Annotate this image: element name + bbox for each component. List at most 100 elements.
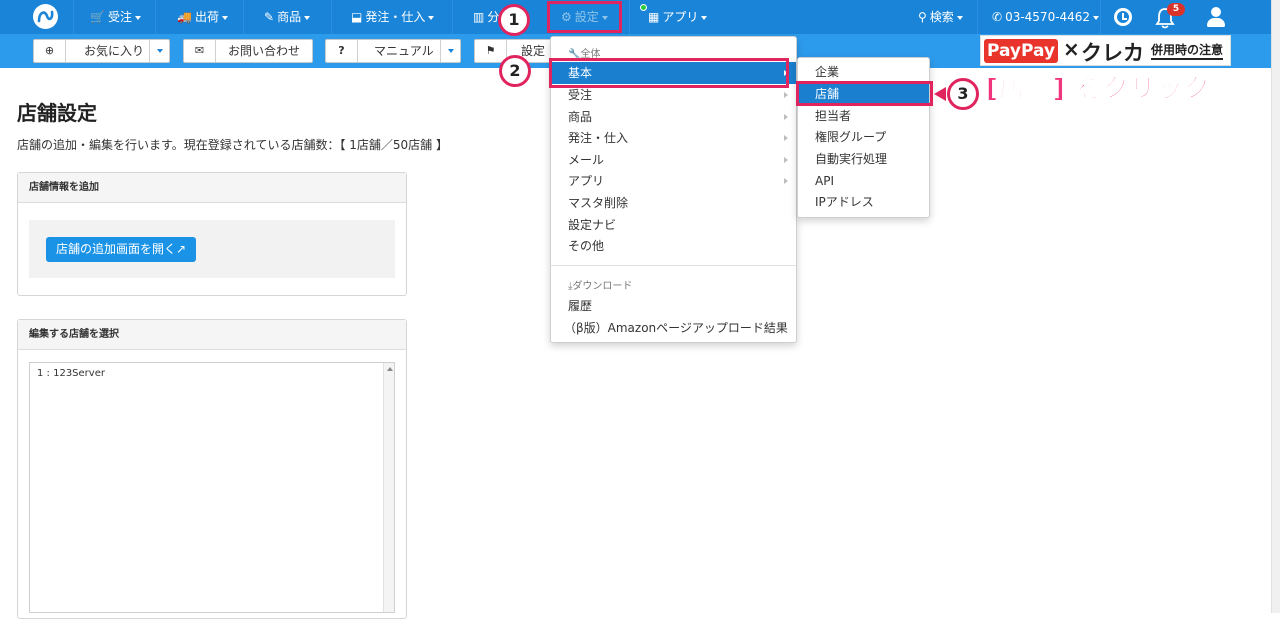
nav-shipping[interactable]: 🚚 出荷	[177, 0, 228, 34]
menu-item-products-label: 商品	[568, 110, 593, 124]
store-option[interactable]: 1 : 123Server	[37, 368, 105, 379]
page-title: 店舗設定	[17, 101, 97, 125]
menu-item-apps-label: アプリ	[568, 174, 605, 188]
annotation-box-basic	[549, 58, 789, 88]
truck-icon: 🚚	[177, 10, 192, 24]
menu-item-mail[interactable]: メール	[551, 149, 796, 171]
paypay-banner[interactable]: PayPay × クレカ 併用時の注意	[980, 35, 1231, 66]
submenu-item-api[interactable]: API	[798, 170, 929, 192]
nav-shipping-label: 出荷	[194, 10, 219, 24]
flag-icon: ⚑	[475, 40, 507, 62]
notification-badge: 5	[1167, 3, 1185, 16]
status-dot-icon	[640, 4, 647, 11]
menu-item-purchasing-label: 発注・仕入	[568, 131, 629, 145]
chart-icon: ▥	[473, 10, 485, 24]
menu-item-products[interactable]: 商品	[551, 106, 796, 128]
nav-orders-label: 受注	[107, 10, 132, 24]
nav-purchasing[interactable]: ⬓ 発注・仕入	[351, 0, 435, 34]
nav-phone-label: 03-4570-4462	[1005, 10, 1091, 24]
submenu-item-permission-groups[interactable]: 権限グループ	[798, 126, 929, 148]
user-icon[interactable]	[1207, 7, 1225, 27]
chevron-right-icon	[784, 135, 788, 141]
menu-item-other[interactable]: その他	[551, 235, 796, 257]
favorites-button[interactable]: ⊕ お気に入り	[33, 39, 170, 63]
chevron-right-icon	[784, 114, 788, 120]
menu-item-mail-label: メール	[568, 153, 605, 167]
cart-icon: 🛒	[90, 10, 105, 24]
manual-button[interactable]: ? マニュアル	[325, 39, 461, 63]
annotation-arrow-icon	[934, 87, 946, 101]
nav-analysis[interactable]: ▥ 分	[473, 0, 499, 34]
menu-item-apps[interactable]: アプリ	[551, 170, 796, 192]
nav-orders[interactable]: 🛒 受注	[90, 0, 141, 34]
submenu-item-staff-label: 担当者	[815, 109, 852, 123]
store-select-list[interactable]: 1 : 123Server	[29, 362, 395, 613]
submenu-item-company-label: 企業	[815, 65, 840, 79]
nav-search[interactable]: ⚲ 検索	[918, 0, 963, 34]
nav-apps[interactable]: ▦ アプリ	[648, 0, 708, 34]
submenu-item-staff[interactable]: 担当者	[798, 105, 929, 127]
menu-item-purchasing[interactable]: 発注・仕入	[551, 127, 796, 149]
nav-search-label: 検索	[929, 10, 954, 24]
menu-item-master-delete[interactable]: マスタ削除	[551, 192, 796, 214]
contact-label: お問い合わせ	[228, 44, 301, 58]
plus-circle-icon: ⊕	[34, 40, 66, 62]
envelope-icon: ✉	[184, 40, 216, 62]
add-store-panel: 店舗情報を追加	[17, 172, 407, 296]
submenu-item-ip-address-label: IPアドレス	[815, 195, 874, 209]
annotation-step-1: 1	[498, 4, 530, 36]
page-description: 店舗の追加・編集を行います。現在登録されている店舗数：【 1店舗／50店舗 】	[17, 138, 448, 152]
paypay-logo: PayPay	[984, 39, 1058, 63]
page-scrollbar[interactable]	[1271, 0, 1280, 613]
section-download-label: ダウンロード	[572, 281, 633, 292]
submenu-item-company[interactable]: 企業	[798, 61, 929, 83]
contact-button[interactable]: ✉ お問い合わせ	[183, 39, 313, 63]
section-download-header: ⤓ダウンロード	[568, 277, 632, 292]
chevron-down-icon[interactable]	[149, 40, 169, 62]
apps-icon: ▦	[648, 10, 660, 24]
annotation-instruction: [店舗] をクリック	[986, 74, 1211, 105]
select-store-panel-title: 編集する店舗を選択	[18, 320, 406, 350]
chevron-right-icon	[784, 157, 788, 163]
annotation-box-store	[796, 81, 933, 106]
chevron-right-icon	[784, 178, 788, 184]
nav-phone[interactable]: ✆ 03-4570-4462	[992, 0, 1100, 34]
menu-item-amazon-upload[interactable]: （β版）Amazonページアップロード結果	[551, 317, 796, 339]
menu-item-settings-navi[interactable]: 設定ナビ	[551, 214, 796, 236]
nav-products[interactable]: ✎ 商品	[264, 0, 311, 34]
search-icon: ⚲	[918, 10, 927, 24]
annotation-step-2: 2	[499, 55, 531, 87]
top-navbar: 🛒 受注 🚚 出荷 ✎ 商品 ⬓ 発注・仕入 ▥ 分 ⚙ 設定 ▦ アプリ ⚲ 検索 ✆ 03-4…	[0, 0, 1280, 34]
nav-purchasing-label: 発注・仕入	[365, 10, 426, 24]
chevron-right-icon	[784, 92, 788, 98]
banner-note: 併用時の注意	[1151, 42, 1224, 60]
pencil-icon: ✎	[264, 10, 275, 24]
chevron-down-icon[interactable]	[440, 40, 460, 62]
annotation-step-3: 3	[947, 78, 979, 110]
inbox-icon: ⬓	[351, 10, 363, 24]
question-icon: ?	[326, 40, 358, 62]
list-scrollbar[interactable]	[383, 363, 394, 612]
open-add-store-button[interactable]: 店舗の追加画面を開く↗	[46, 237, 196, 262]
menu-item-settings-navi-label: 設定ナビ	[568, 218, 617, 232]
nav-apps-label: アプリ	[662, 10, 699, 24]
menu-item-other-label: その他	[568, 239, 605, 253]
menu-item-history-label: 履歴	[568, 299, 593, 313]
add-store-panel-title: 店舗情報を追加	[18, 173, 406, 203]
nav-products-label: 商品	[277, 10, 302, 24]
annotation-box-settings	[547, 1, 622, 33]
submenu-item-auto-run[interactable]: 自動実行処理	[798, 148, 929, 170]
menu-item-master-delete-label: マスタ削除	[568, 196, 629, 210]
banner-brand: クレカ	[1081, 41, 1144, 65]
favorites-label: お気に入り	[84, 44, 145, 58]
menu-divider	[551, 265, 796, 266]
banner-times: ×	[1063, 37, 1080, 61]
submenu-item-ip-address[interactable]: IPアドレス	[798, 191, 929, 213]
menu-item-history[interactable]: 履歴	[551, 295, 796, 317]
submenu-item-permission-groups-label: 権限グループ	[815, 130, 887, 144]
submenu-item-auto-run-label: 自動実行処理	[815, 152, 888, 166]
phone-icon: ✆	[992, 10, 1003, 24]
manual-label: マニュアル	[374, 44, 434, 58]
app-logo-icon[interactable]	[33, 4, 58, 29]
clock-icon[interactable]	[1114, 8, 1132, 26]
